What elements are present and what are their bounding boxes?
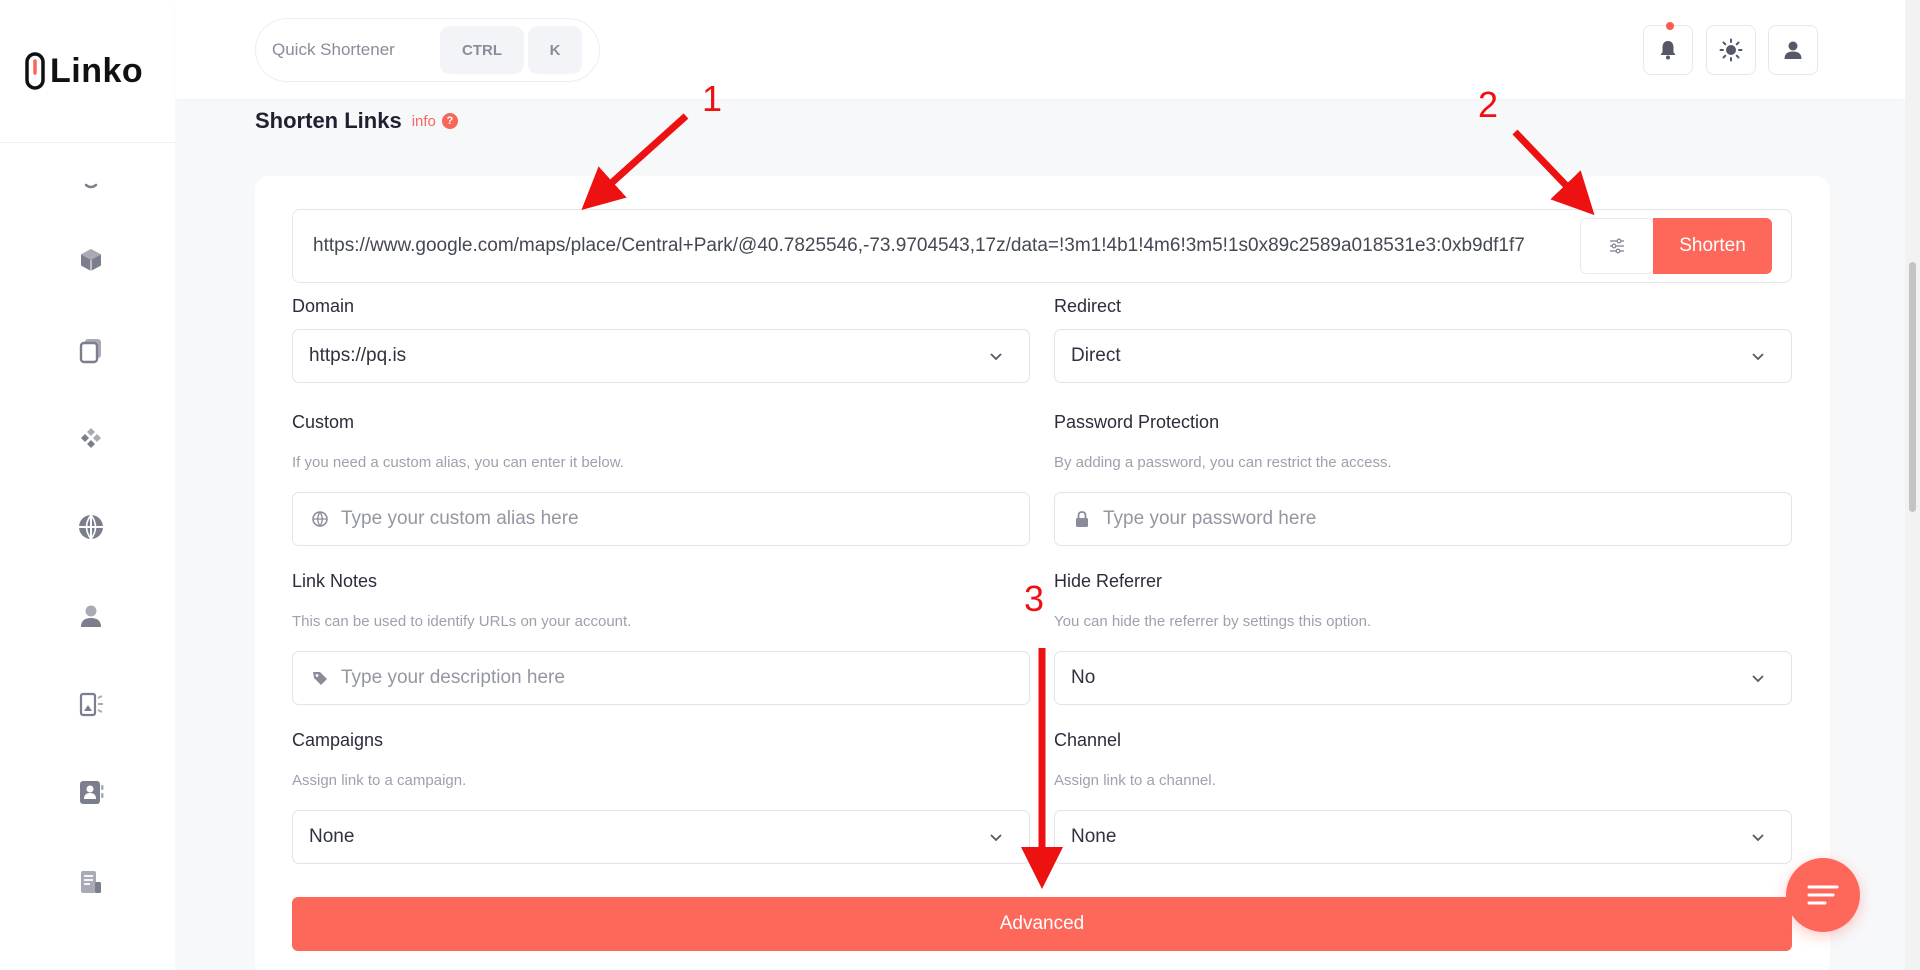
custom-alias-input[interactable] (341, 493, 1029, 545)
chevron-down-icon (990, 834, 1002, 842)
tag-icon (313, 672, 327, 685)
password-input[interactable] (1103, 493, 1791, 545)
page-title: Shorten Links info ? (255, 108, 458, 134)
channel-value: None (1071, 826, 1117, 847)
channel-help: Assign link to a channel. (1054, 772, 1216, 789)
lock-icon (1076, 511, 1088, 527)
annotation-number-3: 3 (1024, 578, 1045, 619)
notes-input[interactable] (341, 652, 1029, 704)
chevron-down-icon (1752, 675, 1764, 683)
quick-shortener-label: Quick Shortener (272, 40, 395, 59)
redirect-value: Direct (1071, 345, 1121, 366)
notes-help: This can be used to identify URLs on you… (292, 613, 632, 630)
notifications-button[interactable] (1643, 22, 1693, 75)
custom-help: If you need a custom alias, you can ente… (292, 454, 624, 471)
advanced-button[interactable]: Advanced (292, 897, 1792, 951)
referrer-help: You can hide the referrer by settings th… (1054, 613, 1372, 630)
k-key-hint: K (528, 26, 582, 74)
password-field[interactable] (1054, 492, 1792, 546)
campaigns-help: Assign link to a campaign. (292, 772, 467, 789)
contact-card-icon[interactable] (71, 772, 111, 812)
referrer-value: No (1071, 667, 1096, 688)
referrer-label: Hide Referrer (1054, 571, 1163, 591)
topbar: Quick Shortener CTRL K (175, 0, 1905, 99)
long-url-input[interactable]: https://www.google.com/maps/place/Centra… (313, 210, 1553, 282)
theme-toggle-button[interactable] (1706, 25, 1756, 75)
hide-referrer-select[interactable]: No (1054, 651, 1792, 705)
user-icon[interactable] (71, 596, 111, 636)
annotation-number-1: 1 (702, 78, 723, 119)
channel-label: Channel (1054, 730, 1122, 750)
channel-select[interactable]: None (1054, 810, 1792, 864)
notes-label: Link Notes (292, 571, 378, 591)
notification-dot (1666, 22, 1674, 30)
chevron-down-icon (1752, 353, 1764, 361)
help-icon[interactable]: ? (441, 113, 458, 129)
logo-mark-icon (25, 52, 45, 90)
campaigns-label: Campaigns (292, 730, 384, 750)
sliders-icon (1610, 238, 1624, 254)
logo[interactable]: Linko (24, 50, 143, 92)
globe-icon[interactable] (71, 507, 111, 547)
options-button[interactable] (1580, 218, 1654, 274)
shorten-button[interactable]: Shorten (1653, 218, 1772, 274)
domain-label: Domain (292, 296, 355, 316)
url-input-group: https://www.google.com/maps/place/Centra… (292, 209, 1792, 283)
bell-icon (1660, 41, 1676, 60)
chevron-down-icon (1752, 834, 1764, 842)
menu-fab[interactable] (1786, 858, 1860, 932)
account-button[interactable] (1768, 25, 1818, 75)
ctrl-key-hint: CTRL (440, 26, 524, 74)
annotation-number-2: 2 (1478, 84, 1499, 125)
qr-list-icon[interactable] (71, 684, 111, 724)
cube-icon[interactable] (71, 240, 111, 280)
globe-icon (312, 511, 328, 527)
partial-icon[interactable] (71, 162, 111, 202)
notes-field[interactable] (292, 651, 1030, 705)
password-help: By adding a password, you can restrict t… (1054, 454, 1392, 471)
menu-lines-icon (1807, 885, 1839, 905)
user-icon (1784, 41, 1802, 59)
campaigns-select[interactable]: None (292, 810, 1030, 864)
custom-alias-field[interactable] (292, 492, 1030, 546)
copy-icon[interactable] (71, 330, 111, 370)
domain-select[interactable]: https://pq.is (292, 329, 1030, 383)
redirect-label: Redirect (1054, 296, 1122, 316)
info-link[interactable]: info (412, 113, 436, 130)
sidebar-divider (0, 142, 175, 143)
domain-value: https://pq.is (309, 345, 407, 366)
logo-text: Linko (50, 51, 144, 90)
campaigns-value: None (309, 826, 355, 847)
diamonds-icon[interactable] (71, 418, 111, 458)
quick-shortener[interactable]: Quick Shortener CTRL K (255, 18, 600, 82)
sun-icon (1719, 38, 1743, 62)
redirect-select[interactable]: Direct (1054, 329, 1792, 383)
document-pen-icon[interactable] (71, 862, 111, 902)
page-title-text: Shorten Links (255, 108, 402, 133)
sidebar: Linko (0, 0, 175, 970)
password-label: Password Protection (1054, 412, 1220, 432)
chevron-down-icon (990, 353, 1002, 361)
scrollbar-thumb[interactable] (1909, 262, 1916, 512)
custom-label: Custom (292, 412, 355, 432)
